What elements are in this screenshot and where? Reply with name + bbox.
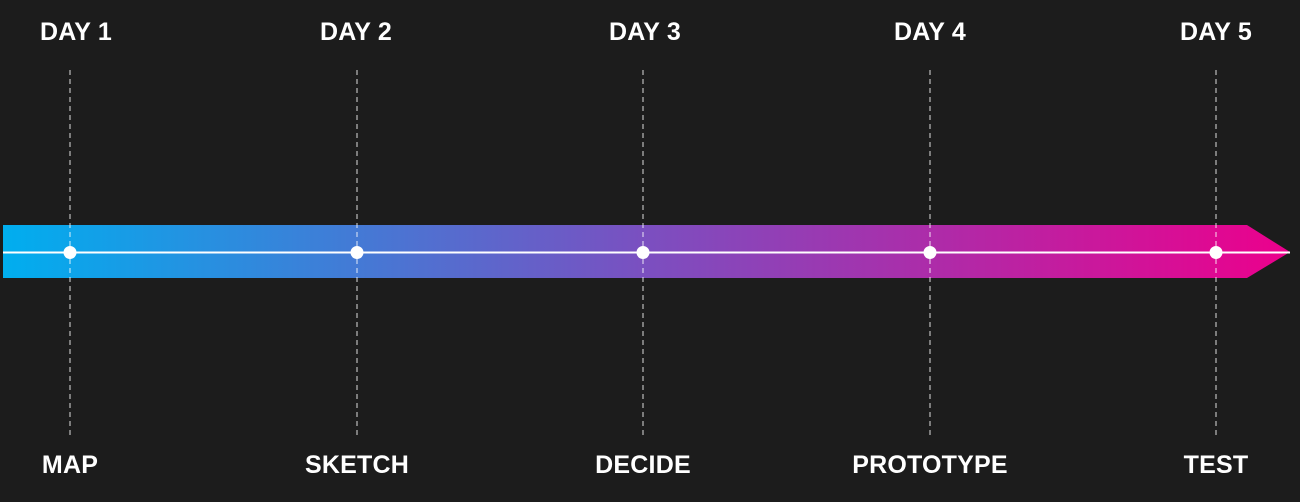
day-label: DAY 5 (1180, 18, 1252, 46)
sprint-timeline: DAY 1 DAY 2 DAY 3 DAY 4 DAY 5 MAP SKETCH… (0, 0, 1300, 502)
phase-label: SKETCH (305, 451, 409, 479)
phase-label: MAP (41, 451, 99, 479)
timeline-node (63, 246, 77, 259)
timeline-node (636, 246, 650, 259)
day-label: DAY 1 (40, 18, 112, 46)
timeline-node (350, 246, 364, 259)
phase-label: TEST (1183, 451, 1249, 479)
timeline-node (1209, 246, 1223, 259)
day-label: DAY 4 (894, 18, 966, 46)
timeline-node (923, 246, 937, 259)
timeline-graphic (3, 70, 1290, 436)
day-label: DAY 3 (609, 18, 681, 46)
phase-label: PROTOTYPE (852, 451, 1008, 479)
phase-label: DECIDE (595, 451, 691, 479)
day-label: DAY 2 (320, 18, 392, 46)
